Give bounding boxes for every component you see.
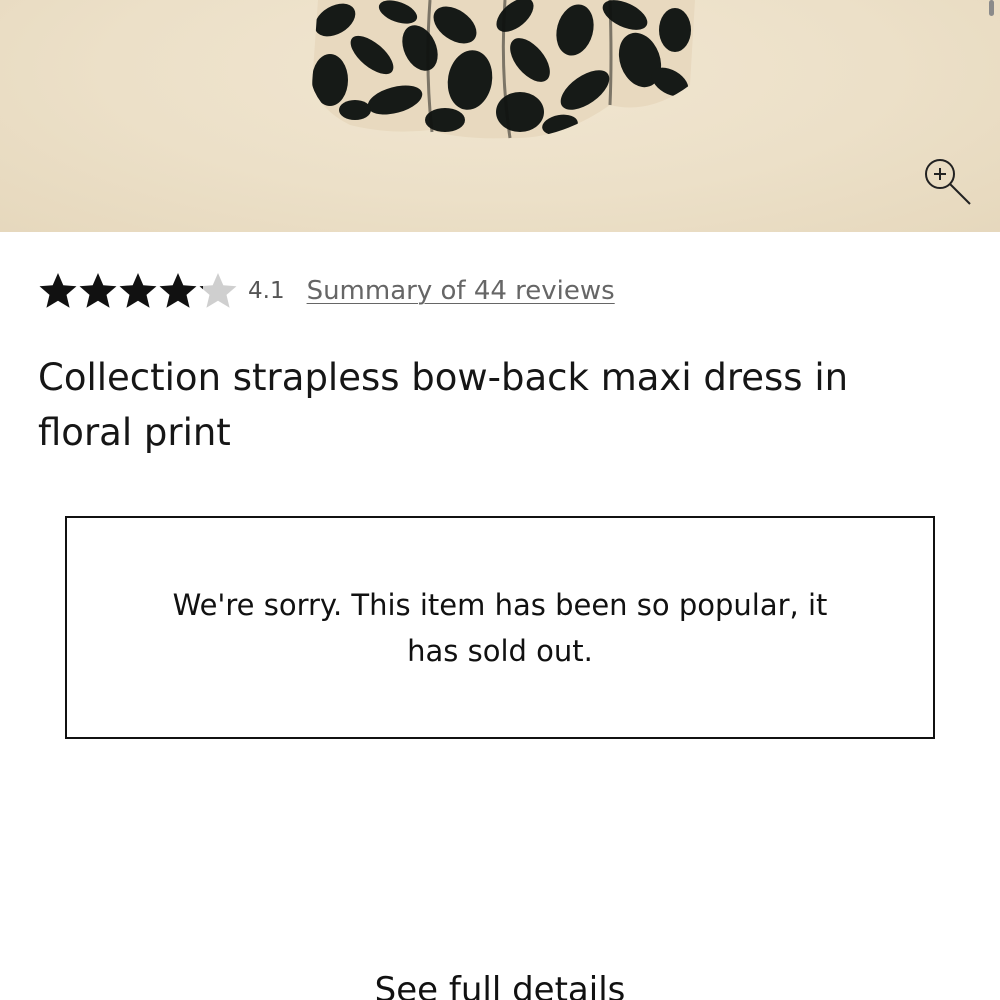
star-icon <box>79 273 117 308</box>
star-rating <box>38 271 238 311</box>
reviews-summary-link[interactable]: Summary of 44 reviews <box>307 276 615 306</box>
zoom-in-icon <box>925 159 971 205</box>
sold-out-notice: We're sorry. This item has been so popul… <box>65 516 935 739</box>
star-icon <box>199 273 237 308</box>
rating-row: 4.1 Summary of 44 reviews <box>38 270 615 312</box>
star-icon <box>39 273 77 308</box>
product-title: Collection strapless bow-back maxi dress… <box>38 356 849 454</box>
zoom-button[interactable] <box>918 152 976 210</box>
see-full-details-link[interactable]: See full details <box>0 968 1000 1000</box>
star-icon <box>159 273 197 308</box>
product-image[interactable] <box>0 0 1000 232</box>
star-icon <box>119 273 157 308</box>
dress-image <box>312 0 695 139</box>
scrollbar-thumb[interactable] <box>989 0 994 16</box>
rating-value: 4.1 <box>248 278 285 304</box>
product-page: 4.1 Summary of 44 reviews Collection str… <box>0 0 1000 1000</box>
sold-out-message: We're sorry. This item has been so popul… <box>172 587 828 668</box>
